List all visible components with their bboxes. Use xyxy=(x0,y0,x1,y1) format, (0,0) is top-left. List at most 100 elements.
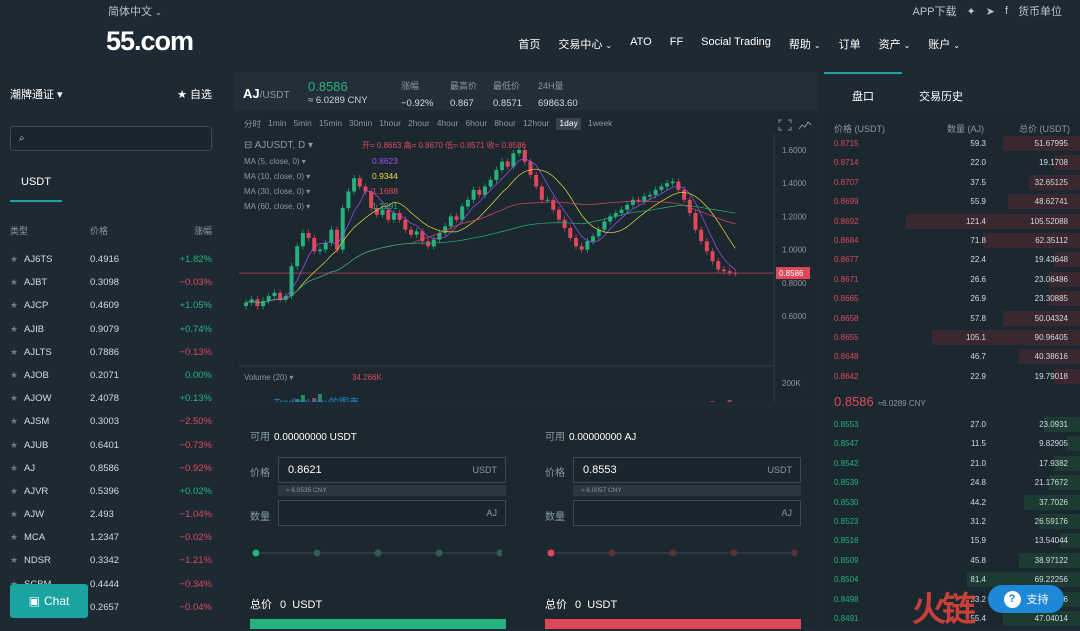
star-icon[interactable]: ★ xyxy=(10,463,18,474)
orderbook-row[interactable]: 0.8714 22.0 19.1708 xyxy=(824,153,1080,172)
star-icon[interactable]: ★ xyxy=(10,370,18,381)
orderbook-row[interactable]: 0.8655 105.1 90.96405 xyxy=(824,328,1080,347)
facebook-icon[interactable]: f xyxy=(1005,5,1008,17)
sell-button[interactable] xyxy=(545,619,801,629)
star-icon[interactable]: ★ xyxy=(10,555,18,566)
interval-6[interactable]: 2hour xyxy=(408,118,430,130)
buy-button[interactable] xyxy=(250,619,506,629)
market-selector[interactable]: 潮牌通证 ▾ xyxy=(10,86,63,102)
orderbook-row[interactable]: 0.8699 55.9 48.62741 xyxy=(824,192,1080,211)
interval-5[interactable]: 1hour xyxy=(379,118,401,130)
orderbook-row[interactable]: 0.8642 22.9 19.79018 xyxy=(824,367,1080,386)
price-chart[interactable]: 分时 1min 5min 15min 30min 1hour 2hour 4hour 6hour… xyxy=(234,112,818,402)
orderbook-row[interactable]: 0.8692 121.4 105.52088 xyxy=(824,212,1080,231)
star-icon[interactable]: ★ xyxy=(10,324,18,335)
interval-12[interactable]: 1week xyxy=(588,118,613,130)
orderbook-row[interactable]: 0.8516 15.9 13.54044 xyxy=(824,531,1080,550)
star-icon[interactable]: ★ xyxy=(10,277,18,288)
market-row[interactable]: ★ AJSM 0.3003 −2.50% xyxy=(10,412,212,435)
orderbook-row[interactable]: 0.8671 26.6 23.06486 xyxy=(824,270,1080,289)
tab-trade-history[interactable]: 交易历史 xyxy=(919,88,963,104)
star-icon[interactable]: ★ xyxy=(10,254,18,265)
nav-item-8[interactable]: 账户 ⌄ xyxy=(928,36,960,52)
orderbook-row[interactable]: 0.8715 59.3 51.67995 xyxy=(824,134,1080,153)
nav-item-7[interactable]: 资产 ⌄ xyxy=(879,36,911,52)
orderbook-row[interactable]: 0.8509 45.8 38.97122 xyxy=(824,551,1080,570)
market-row[interactable]: ★ MCA 1.2347 −0.02% xyxy=(10,528,212,551)
sell-price-input[interactable]: 0.8553 USDT xyxy=(573,457,801,483)
market-row[interactable]: ★ AJIB 0.9079 +0.74% xyxy=(10,320,212,343)
market-row[interactable]: ★ AJW 2.493 −1.04% xyxy=(10,505,212,528)
tab-orderbook[interactable]: 盘口 xyxy=(852,88,874,104)
nav-item-3[interactable]: FF xyxy=(670,36,683,52)
star-icon[interactable]: ★ xyxy=(10,347,18,358)
interval-3[interactable]: 15min xyxy=(319,118,342,130)
fullscreen-icon[interactable] xyxy=(778,119,792,131)
interval-2[interactable]: 5min xyxy=(293,118,311,130)
col-type[interactable]: 类型 xyxy=(10,224,28,237)
sell-qty-input[interactable]: AJ xyxy=(573,500,801,526)
market-row[interactable]: ★ NDSR 0.3342 −1.21% xyxy=(10,551,212,574)
col-change[interactable]: 涨幅 xyxy=(194,224,212,237)
tab-usdt[interactable]: USDT xyxy=(10,176,62,188)
interval-1[interactable]: 1min xyxy=(268,118,286,130)
chat-button[interactable]: ▣ Chat xyxy=(10,584,88,618)
interval-8[interactable]: 6hour xyxy=(465,118,487,130)
nav-item-0[interactable]: 首页 xyxy=(518,36,540,52)
currency-unit-link[interactable]: 货币单位 xyxy=(1018,3,1062,19)
interval-11[interactable]: 1day xyxy=(556,118,581,130)
market-row[interactable]: ★ AJOW 2.4078 +0.13% xyxy=(10,389,212,412)
orderbook-row[interactable]: 0.8648 46.7 40.38616 xyxy=(824,347,1080,366)
favorites-button[interactable]: ★ 自选 xyxy=(177,86,212,102)
orderbook-row[interactable]: 0.8523 31.2 26.59176 xyxy=(824,512,1080,531)
star-icon[interactable]: ★ xyxy=(10,300,18,311)
interval-0[interactable]: 分时 xyxy=(244,118,261,130)
twitter-icon[interactable]: ✦ xyxy=(967,5,976,18)
candlestick-chart[interactable]: 1.6000 1.4000 1.2000 1.0000 0.8000 0.6000 200K… xyxy=(234,134,818,402)
orderbook-row[interactable]: 0.8547 11.5 9.82905 xyxy=(824,434,1080,453)
telegram-icon[interactable]: ➤ xyxy=(986,5,995,18)
site-logo[interactable]: 55.com xyxy=(106,26,194,57)
support-button[interactable]: ? 支持 xyxy=(988,585,1064,613)
language-selector[interactable]: 简体中文 ⌄ xyxy=(108,3,162,19)
orderbook-row[interactable]: 0.8542 21.0 17.9382 xyxy=(824,454,1080,473)
orderbook-row[interactable]: 0.8658 57.8 50.04324 xyxy=(824,309,1080,328)
market-row[interactable]: ★ AJ 0.8586 −0.92% xyxy=(10,459,212,482)
nav-item-6[interactable]: 订单 xyxy=(839,36,861,52)
nav-item-4[interactable]: Social Trading xyxy=(701,36,771,52)
star-icon[interactable]: ★ xyxy=(10,393,18,404)
search-input[interactable]: ⌕ xyxy=(10,126,212,151)
buy-qty-input[interactable]: AJ xyxy=(278,500,506,526)
star-icon[interactable]: ★ xyxy=(10,440,18,451)
orderbook-row[interactable]: 0.8684 71.8 62.35112 xyxy=(824,231,1080,250)
market-row[interactable]: ★ AJOB 0.2071 0.00% xyxy=(10,366,212,389)
nav-item-5[interactable]: 帮助 ⌄ xyxy=(789,36,821,52)
market-row[interactable]: ★ AJBT 0.3098 −0.03% xyxy=(10,273,212,296)
orderbook-row[interactable]: 0.8530 44.2 37.7026 xyxy=(824,493,1080,512)
col-price[interactable]: 价格 xyxy=(90,224,108,237)
star-icon[interactable]: ★ xyxy=(10,416,18,427)
app-download-link[interactable]: APP下载 xyxy=(912,3,956,19)
market-row[interactable]: ★ AJUB 0.6401 −0.73% xyxy=(10,436,212,459)
market-row[interactable]: ★ AJVR 0.5396 +0.02% xyxy=(10,482,212,505)
interval-10[interactable]: 12hour xyxy=(523,118,549,130)
star-icon[interactable]: ★ xyxy=(10,509,18,520)
star-icon[interactable]: ★ xyxy=(10,486,18,497)
market-row[interactable]: ★ AJ6TS 0.4916 +1.82% xyxy=(10,250,212,273)
orderbook-row[interactable]: 0.8665 26.9 23.30885 xyxy=(824,289,1080,308)
buy-percent-slider[interactable] xyxy=(252,548,502,558)
market-row[interactable]: ★ AJCP 0.4609 +1.05% xyxy=(10,296,212,319)
buy-price-input[interactable]: 0.8621 USDT xyxy=(278,457,506,483)
interval-7[interactable]: 4hour xyxy=(437,118,459,130)
interval-4[interactable]: 30min xyxy=(349,118,372,130)
nav-item-2[interactable]: ATO xyxy=(630,36,652,52)
interval-9[interactable]: 8hour xyxy=(494,118,516,130)
orderbook-row[interactable]: 0.8553 27.0 23.0931 xyxy=(824,415,1080,434)
orderbook-row[interactable]: 0.8539 24.8 21.17672 xyxy=(824,473,1080,492)
indicator-icon[interactable] xyxy=(798,119,812,131)
nav-item-1[interactable]: 交易中心 ⌄ xyxy=(558,36,612,52)
orderbook-row[interactable]: 0.8707 37.5 32.65125 xyxy=(824,173,1080,192)
market-row[interactable]: ★ AJLTS 0.7886 −0.13% xyxy=(10,343,212,366)
star-icon[interactable]: ★ xyxy=(10,532,18,543)
orderbook-row[interactable]: 0.8677 22.4 19.43648 xyxy=(824,250,1080,269)
